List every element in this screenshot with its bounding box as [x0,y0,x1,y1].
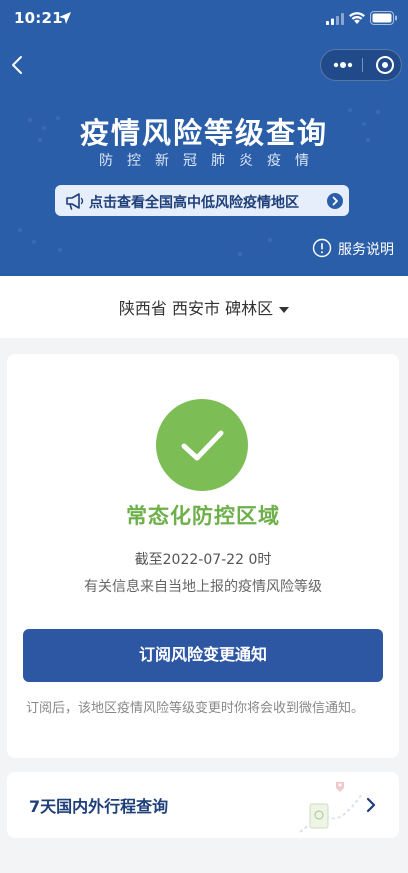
target-close-icon [376,56,394,74]
header-banner: 10:21 疫情风险等级查询 防控新冠肺炎疫情 点击查看全国高中低风险疫情地区 … [0,0,408,276]
arrow-right-circle-icon [327,193,343,209]
travel-map-illustration [299,782,363,833]
trip-query-label: 7天国内外行程查询 [29,797,169,816]
status-indicator [156,399,248,491]
region-selected-value: 陕西省 西安市 碑林区 [118,299,274,318]
wifi-icon [349,12,365,24]
caret-down-icon [279,306,290,313]
back-icon [12,56,22,74]
battery-icon [370,11,397,25]
subscribe-button[interactable]: 订阅风险变更通知 [23,629,383,682]
chevron-right-icon [366,797,376,813]
page-title: 疫情风险等级查询 [79,116,328,150]
trip-query-card[interactable]: 7天国内外行程查询 [7,772,399,838]
close-miniprogram-button[interactable] [365,50,403,80]
risk-result-card: 常态化防控区域 截至2022-07-22 0时 有关信息来自当地上报的疫情风险等… [7,354,399,758]
signal-icon [326,13,344,25]
back-button[interactable] [4,50,34,80]
megaphone-icon [66,193,84,210]
risk-areas-link-label: 点击查看全国高中低风险疫情地区 [89,195,299,211]
service-info-label: 服务说明 [338,242,394,258]
info-circle-icon [312,238,332,258]
location-arrow-icon [59,12,71,24]
region-bar: 陕西省 西安市 碑林区 [0,276,408,338]
risk-level-label: 常态化防控区域 [126,504,280,528]
miniprogram-capsule [320,49,402,81]
risk-areas-link[interactable]: 点击查看全国高中低风险疫情地区 [55,185,349,216]
page-subtitle: 防控新冠肺炎疫情 [99,153,323,169]
checkmark-icon [181,430,224,461]
more-button[interactable] [321,50,365,80]
status-bar: 10:21 [0,0,408,40]
capsule-divider [362,58,363,72]
subscribe-note: 订阅后，该地区疫情风险等级变更时你将会收到微信通知。 [26,701,365,716]
region-selector[interactable]: 陕西省 西安市 碑林区 [0,295,408,319]
as-of-timestamp: 截至2022-07-22 0时 [134,552,272,568]
status-time: 10:21 [14,9,63,27]
more-dots-icon [333,62,353,68]
data-source-note: 有关信息来自当地上报的疫情风险等级 [84,579,322,595]
